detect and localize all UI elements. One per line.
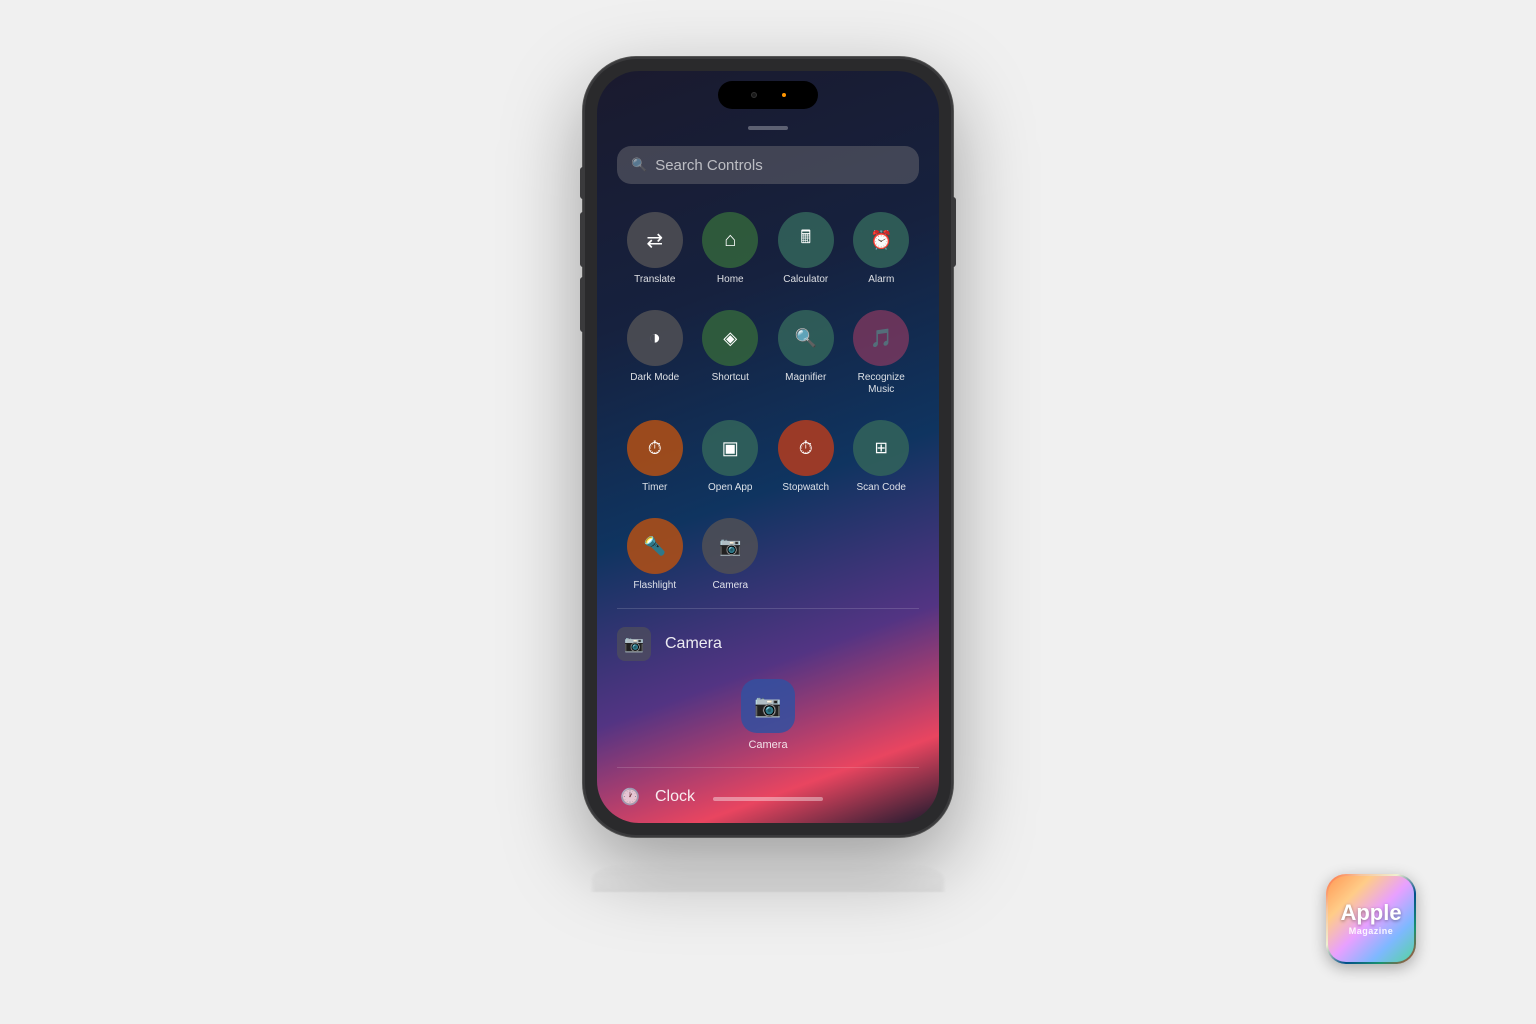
dynamic-island — [718, 81, 818, 109]
flashlight-icon-circle: 🔦 — [627, 518, 683, 574]
stopwatch-icon-circle: ⏱ — [778, 420, 834, 476]
control-scan-code[interactable]: ⊞ Scan Code — [844, 412, 920, 502]
control-camera[interactable]: 📷 Camera — [693, 510, 769, 600]
stopwatch-icon: ⏱ — [799, 438, 813, 459]
apple-badge-inner: Apple Magazine — [1328, 876, 1414, 962]
clock-icon: 🕐 — [617, 784, 643, 810]
control-translate[interactable]: ⇄ Translate — [617, 204, 693, 294]
alarm-icon-circle: ⏰ — [853, 212, 909, 268]
recognize-music-icon: 🎵 — [870, 328, 892, 349]
alarm-icon: ⏰ — [870, 230, 892, 251]
calculator-label: Calculator — [783, 274, 828, 286]
clock-label: Clock — [655, 788, 695, 806]
timer-icon: ⏱ — [648, 438, 662, 459]
flashlight-icon: 🔦 — [644, 536, 666, 557]
phone-shell: 🔍 Search Controls ⇄ Translate ⌂ — [583, 57, 953, 837]
flashlight-label: Flashlight — [633, 580, 676, 592]
stopwatch-label: Stopwatch — [782, 482, 829, 494]
controls-row-3: ⏱ Timer ▣ Open App ⏱ Stopwa — [597, 408, 939, 506]
magnifier-icon: 🔍 — [795, 328, 817, 349]
scan-code-icon: ⊞ — [875, 438, 888, 458]
camera-large-icon: 📷 — [754, 693, 781, 719]
home-indicator — [713, 797, 823, 801]
shortcut-icon-circle: ◈ — [702, 310, 758, 366]
translate-label: Translate — [634, 274, 675, 286]
shortcut-label: Shortcut — [712, 372, 749, 384]
camera-icon-circle: 📷 — [702, 518, 758, 574]
shortcut-icon: ◈ — [723, 328, 737, 349]
bottom-icons-row: ⏰ ⏱ ⏱ — [597, 816, 939, 823]
open-app-icon-circle: ▣ — [702, 420, 758, 476]
camera-large-label: Camera — [748, 739, 787, 751]
open-app-icon: ▣ — [722, 438, 739, 459]
apple-badge-sub: Magazine — [1349, 926, 1394, 936]
translate-icon: ⇄ — [646, 228, 663, 253]
control-stopwatch[interactable]: ⏱ Stopwatch — [768, 412, 844, 502]
calculator-icon-circle: 🖩 — [778, 212, 834, 268]
open-app-label: Open App — [708, 482, 752, 494]
alarm-label: Alarm — [868, 274, 894, 286]
calculator-icon: 🖩 — [800, 225, 811, 255]
mic-indicator — [782, 93, 786, 97]
home-icon-circle: ⌂ — [702, 212, 758, 268]
magnifier-icon-circle: 🔍 — [778, 310, 834, 366]
volume-up-button — [580, 212, 584, 267]
timer-icon-circle: ⏱ — [627, 420, 683, 476]
controls-row-4: 🔦 Flashlight 📷 Camera — [597, 506, 939, 604]
dark-mode-label: Dark Mode — [630, 372, 679, 384]
divider-2 — [617, 767, 919, 768]
drag-handle[interactable] — [748, 126, 788, 130]
volume-down-button — [580, 277, 584, 332]
clock-section: 🕐 Clock — [597, 772, 939, 816]
controls-row-2: ◑ Dark Mode ◈ Shortcut 🔍 M — [597, 298, 939, 408]
suggestion-section: 📷 Camera — [597, 613, 939, 675]
search-icon: 🔍 — [631, 157, 647, 173]
control-calculator[interactable]: 🖩 Calculator — [768, 204, 844, 294]
apple-badge: Apple Magazine — [1326, 874, 1416, 964]
magnifier-label: Magnifier — [785, 372, 826, 384]
apple-badge-text: Apple — [1340, 902, 1401, 924]
front-camera — [751, 92, 757, 98]
control-open-app[interactable]: ▣ Open App — [693, 412, 769, 502]
search-bar[interactable]: 🔍 Search Controls — [617, 146, 919, 184]
scan-code-icon-circle: ⊞ — [853, 420, 909, 476]
dark-mode-icon: ◑ — [649, 327, 661, 350]
camera-large-control[interactable]: 📷 Camera — [617, 675, 919, 759]
camera-suggestion-icon: 📷 — [617, 627, 651, 661]
control-recognize-music[interactable]: 🎵 RecognizeMusic — [844, 302, 920, 404]
camera-suggestion-label: Camera — [665, 635, 722, 653]
clock-glyph: 🕐 — [620, 787, 640, 807]
camera-suggestion-icon-glyph: 📷 — [624, 634, 644, 654]
camera-suggestion-row[interactable]: 📷 Camera — [617, 617, 919, 671]
camera-large-icon-circle: 📷 — [741, 679, 795, 733]
timer-label: Timer — [642, 482, 667, 494]
control-alarm[interactable]: ⏰ Alarm — [844, 204, 920, 294]
silent-switch — [580, 167, 584, 199]
translate-icon-circle: ⇄ — [627, 212, 683, 268]
recognize-music-label: RecognizeMusic — [858, 372, 905, 396]
control-flashlight[interactable]: 🔦 Flashlight — [617, 510, 693, 600]
recognize-music-icon-circle: 🎵 — [853, 310, 909, 366]
top-bar — [597, 71, 939, 121]
screen-content: 🔍 Search Controls ⇄ Translate ⌂ — [597, 136, 939, 823]
phone-reflection — [592, 862, 944, 892]
control-dark-mode[interactable]: ◑ Dark Mode — [617, 302, 693, 404]
control-home[interactable]: ⌂ Home — [693, 204, 769, 294]
dark-mode-icon-circle: ◑ — [627, 310, 683, 366]
home-icon: ⌂ — [724, 229, 736, 252]
home-label: Home — [717, 274, 744, 286]
control-magnifier[interactable]: 🔍 Magnifier — [768, 302, 844, 404]
camera-large-section: 📷 Camera — [597, 675, 939, 763]
control-timer[interactable]: ⏱ Timer — [617, 412, 693, 502]
control-shortcut[interactable]: ◈ Shortcut — [693, 302, 769, 404]
controls-row-1: ⇄ Translate ⌂ Home 🖩 Calcu — [597, 200, 939, 298]
divider-1 — [617, 608, 919, 609]
phone-screen: 🔍 Search Controls ⇄ Translate ⌂ — [597, 71, 939, 823]
camera-icon: 📷 — [719, 536, 741, 557]
scan-code-label: Scan Code — [857, 482, 906, 494]
search-placeholder: Search Controls — [655, 157, 763, 174]
power-button — [952, 197, 956, 267]
camera-label: Camera — [712, 580, 748, 592]
